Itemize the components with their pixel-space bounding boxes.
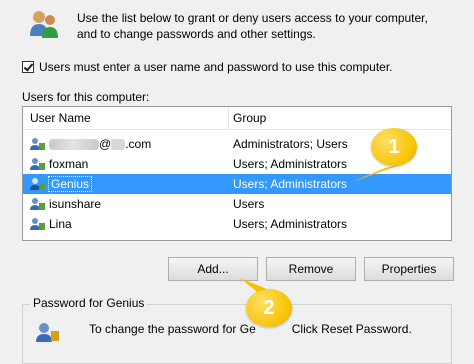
callout-pointers <box>240 165 400 296</box>
callout-2: 2 <box>246 289 292 327</box>
callout-1: 1 <box>371 128 417 166</box>
